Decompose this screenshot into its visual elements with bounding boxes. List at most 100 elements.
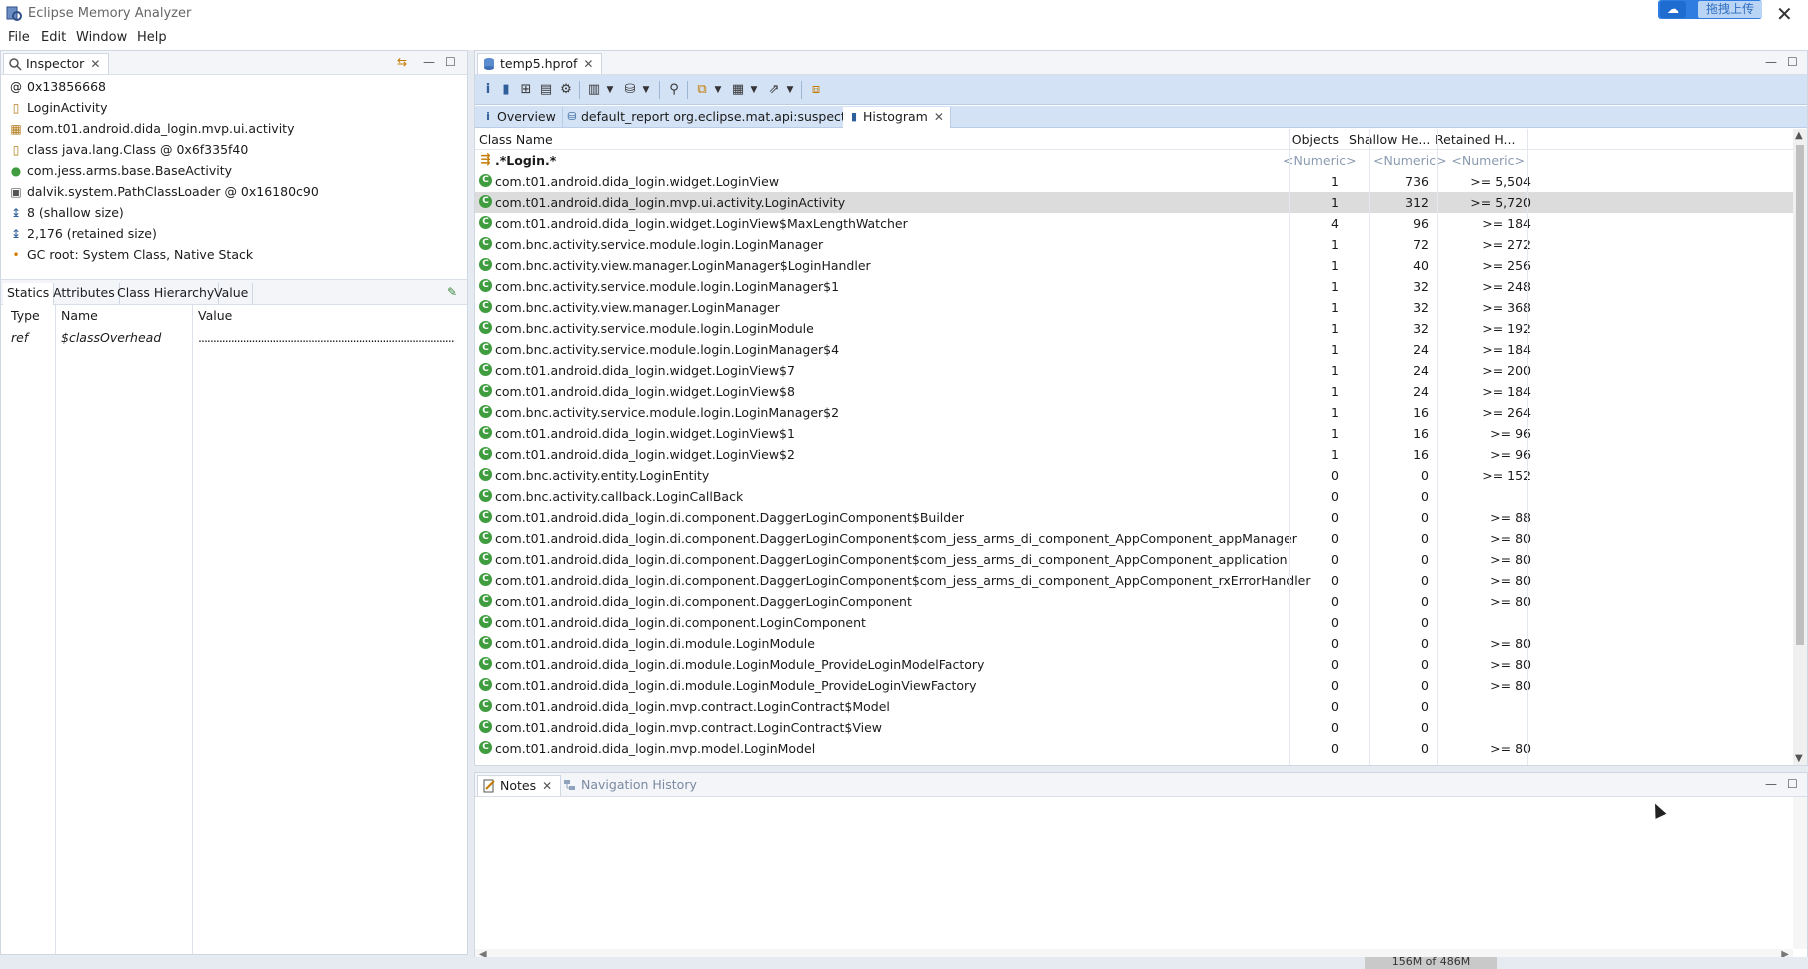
table-row[interactable]: ref $classOverhead .....................… [1,327,467,349]
minimize-icon[interactable]: — [1765,777,1777,791]
tab-overview[interactable]: i Overview [477,107,563,128]
inspector-row[interactable]: ▣ dalvik.system.PathClassLoader @ 0x16180… [1,182,467,203]
tab-attributes[interactable]: Attributes [49,283,120,305]
thread-overview-icon[interactable]: ⚙ [557,81,575,99]
table-row[interactable]: Ccom.t01.android.dida_login.di.module.Lo… [475,654,1793,675]
table-row[interactable]: Ccom.t01.android.dida_login.mvp.contract… [475,717,1793,738]
table-row[interactable]: Ccom.t01.android.dida_login.di.component… [475,528,1793,549]
notes-scrollbar[interactable] [1793,797,1807,949]
minimize-icon[interactable]: — [423,55,435,69]
inspector-row[interactable]: @0x13856668 [1,77,467,98]
histogram-icon[interactable]: ▮ [497,81,515,99]
table-row[interactable]: Ccom.t01.android.dida_login.di.module.Lo… [475,675,1793,696]
at-icon: @ [10,80,22,94]
menu-file[interactable]: File [8,30,30,45]
table-row[interactable]: Ccom.bnc.activity.service.module.login.L… [475,234,1793,255]
table-row[interactable]: Ccom.t01.android.dida_login.widget.Login… [475,360,1793,381]
table-row[interactable]: Ccom.bnc.activity.entity.LoginEntity 0 0 >=… [475,465,1793,486]
heap-status[interactable]: 156M of 486M [1365,957,1497,969]
tab-statics[interactable]: Statics [3,283,55,305]
table-row[interactable]: Ccom.t01.android.dida_login.widget.Login… [475,423,1793,444]
close-tab-icon[interactable]: ✕ [90,57,100,71]
retained-filter[interactable]: <Numeric> [1451,153,1525,168]
table-row[interactable]: Ccom.t01.android.dida_login.di.component… [475,507,1793,528]
table-row[interactable]: Ccom.t01.android.dida_login.di.component… [475,591,1793,612]
table-row[interactable]: Ccom.t01.android.dida_login.widget.Login… [475,381,1793,402]
oql-icon[interactable]: ▤ [537,81,555,99]
maximize-icon[interactable]: ☐ [1787,777,1798,791]
inspector-row[interactable]: ▯ class java.lang.Class @ 0x6f335f40 [1,140,467,161]
col-type[interactable]: Type [11,308,40,323]
class-name: com.t01.android.dida_login.mvp.contract.… [495,720,883,735]
col-value[interactable]: Value [198,308,232,323]
close-window-icon[interactable]: ✕ [1776,2,1793,26]
table-row[interactable]: Ccom.t01.android.dida_login.widget.Login… [475,444,1793,465]
scroll-up-icon[interactable]: ▲ [1795,130,1803,141]
compare-icon[interactable]: ⧈ [807,81,825,99]
close-tab-icon[interactable]: ✕ [583,57,593,71]
histogram-scrollbar[interactable]: ▲ ▼ [1793,129,1807,765]
filter-row[interactable]: ⇶ .*Login.* <Numeric> <Numeric> <Numeric… [475,150,1793,171]
scroll-down-icon[interactable]: ▼ [1795,753,1803,764]
scrollbar-thumb[interactable] [1796,145,1804,645]
overview-icon[interactable]: i [479,81,497,99]
table-row[interactable]: Ccom.bnc.activity.service.module.login.L… [475,276,1793,297]
upload-button[interactable]: ☁ 拖拽上传 [1658,0,1762,19]
col-objects[interactable]: Objects [1283,132,1339,147]
column-divider [55,305,56,954]
tab-heap-dump[interactable]: temp5.hprof ✕ [477,53,603,74]
table-row[interactable]: Ccom.t01.android.dida_login.di.component… [475,549,1793,570]
inspector-row[interactable]: ● com.jess.arms.base.BaseActivity [1,161,467,182]
col-shallow-heap[interactable]: Shallow He... [1349,132,1430,147]
tab-notes[interactable]: Notes ✕ [477,775,562,796]
close-tab-icon[interactable]: ✕ [934,110,944,124]
search-icon[interactable]: ⚲ [665,81,683,99]
tab-inspector[interactable]: Inspector ✕ [3,53,110,74]
chevron-down-icon[interactable]: ▼ [709,81,727,99]
class-name-filter[interactable]: .*Login.* [495,153,556,168]
tab-value[interactable]: Value [210,283,254,305]
col-name[interactable]: Name [61,308,98,323]
menu-help[interactable]: Help [137,30,167,45]
table-row[interactable]: Ccom.bnc.activity.service.module.login.L… [475,318,1793,339]
shallow-heap: 0 [1421,741,1429,756]
tab-navigation-history[interactable]: Navigation History [559,775,705,796]
table-row[interactable]: Ccom.bnc.activity.view.manager.LoginMana… [475,297,1793,318]
tab-histogram[interactable]: ▮ Histogram ✕ [843,107,951,128]
table-row[interactable]: Ccom.bnc.activity.view.manager.LoginMana… [475,255,1793,276]
col-retained-heap[interactable]: Retained H... [1435,132,1515,147]
dominator-tree-icon[interactable]: ⊞ [517,81,535,99]
table-row[interactable]: Ccom.t01.android.dida_login.widget.Login… [475,171,1793,192]
link-with-editor-icon[interactable]: ⇆ [397,55,407,69]
table-row[interactable]: Ccom.t01.android.dida_login.di.module.Lo… [475,633,1793,654]
table-row[interactable]: Ccom.bnc.activity.service.module.login.L… [475,402,1793,423]
chevron-down-icon[interactable]: ▼ [745,81,763,99]
chevron-down-icon[interactable]: ▼ [601,81,619,99]
table-row[interactable]: Ccom.t01.android.dida_login.di.component… [475,612,1793,633]
table-row[interactable]: Ccom.t01.android.dida_login.mvp.contract… [475,696,1793,717]
table-row[interactable]: Ccom.t01.android.dida_login.mvp.model.Lo… [475,738,1793,759]
maximize-icon[interactable]: ☐ [445,55,456,69]
inspector-subtabs: Statics Attributes Class Hierarchy Value… [1,279,467,305]
table-row[interactable]: Ccom.bnc.activity.callback.LoginCallBack… [475,486,1793,507]
col-class-name[interactable]: Class Name [479,132,553,147]
close-tab-icon[interactable]: ✕ [542,779,552,793]
table-row[interactable]: Ccom.t01.android.dida_login.mvp.ui.activ… [475,192,1793,213]
minimize-icon[interactable]: — [1765,55,1777,69]
objects-filter[interactable]: <Numeric> [1283,153,1357,168]
tab-default-report[interactable]: ⛁ default_report org.eclipse.mat.api:susp… [561,107,860,128]
shallow-filter[interactable]: <Numeric> [1373,153,1447,168]
inspector-row[interactable]: ▦ com.t01.android.dida_login.mvp.ui.activ… [1,119,467,140]
tab-class-hierarchy[interactable]: Class Hierarchy [113,283,220,305]
table-row[interactable]: Ccom.bnc.activity.service.module.login.L… [475,339,1793,360]
inspector-row[interactable]: ▯ LoginActivity [1,98,467,119]
chevron-down-icon[interactable]: ▼ [781,81,799,99]
menu-edit[interactable]: Edit [41,30,66,45]
chevron-down-icon[interactable]: ▼ [637,81,655,99]
menu-window[interactable]: Window [76,30,127,45]
maximize-icon[interactable]: ☐ [1787,55,1798,69]
table-row[interactable]: Ccom.t01.android.dida_login.widget.Login… [475,213,1793,234]
pin-icon[interactable]: ✎ [447,285,457,299]
cloud-icon: ☁ [1660,1,1686,18]
table-row[interactable]: Ccom.t01.android.dida_login.di.component… [475,570,1793,591]
